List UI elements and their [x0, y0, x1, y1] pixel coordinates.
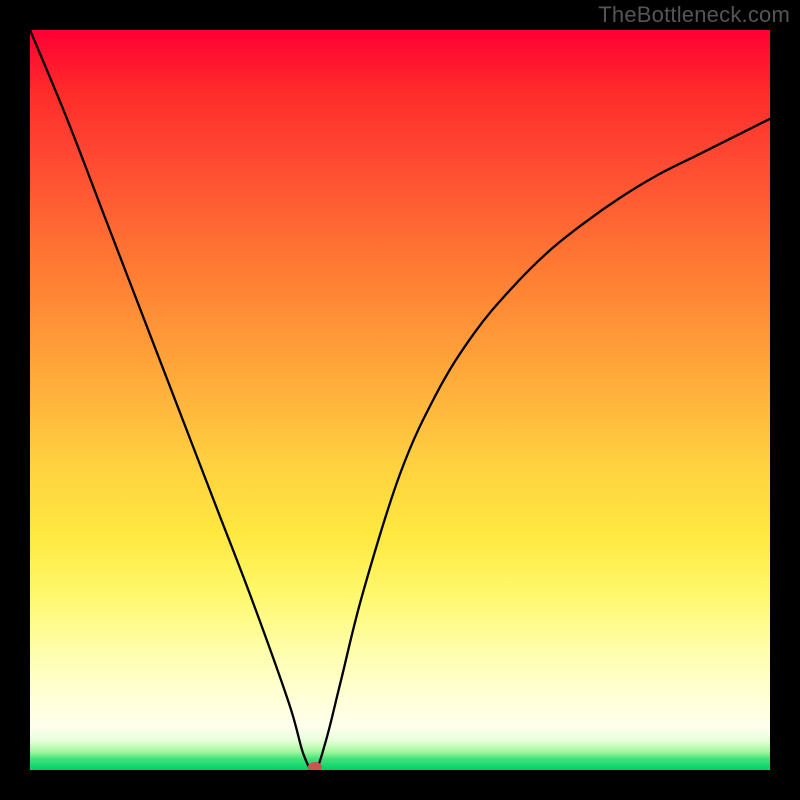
watermark-text: TheBottleneck.com	[598, 2, 790, 28]
chart-svg	[30, 30, 770, 770]
chart-plot-area	[30, 30, 770, 770]
bottleneck-curve	[30, 30, 770, 770]
chart-frame: TheBottleneck.com	[0, 0, 800, 800]
